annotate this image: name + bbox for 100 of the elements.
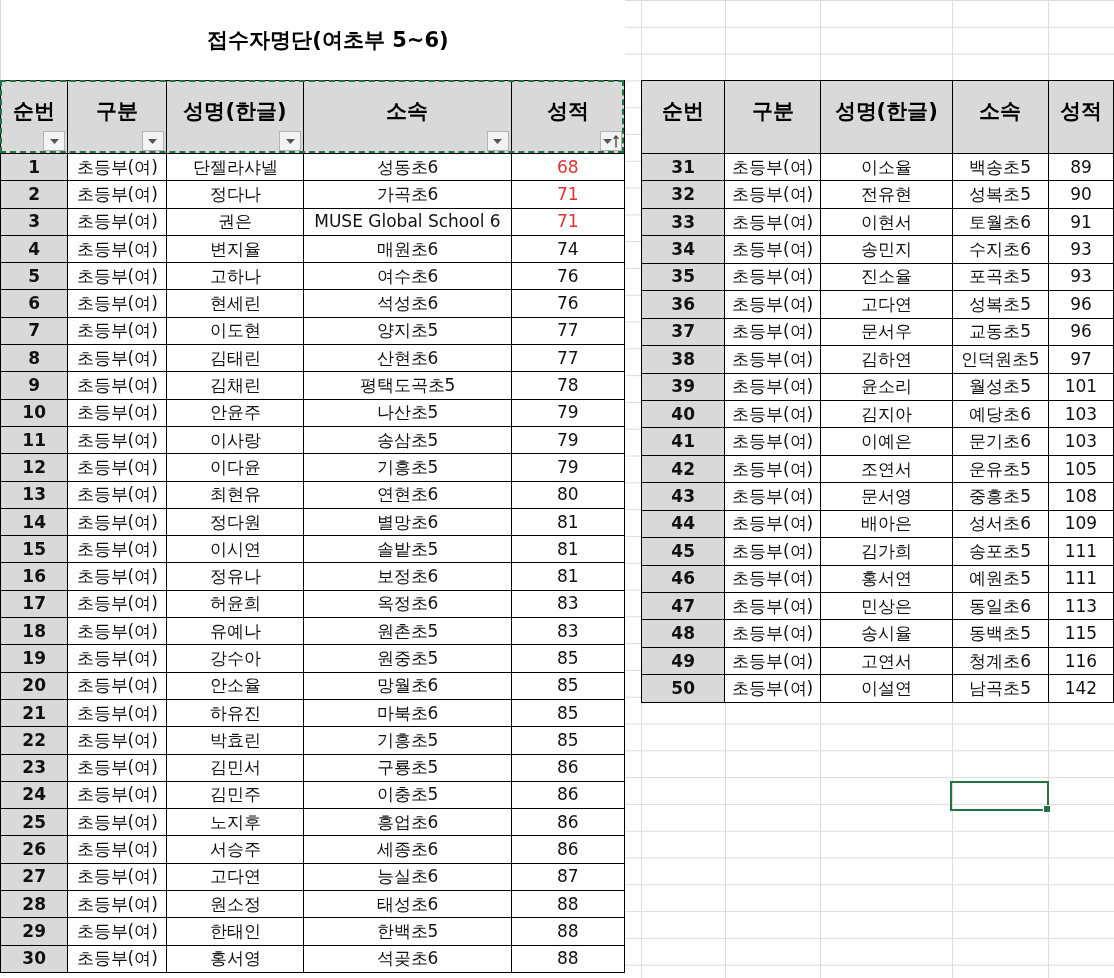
row-number: 49 (641, 647, 725, 675)
table-cell: 석성초6 (303, 290, 512, 318)
table-cell: 103 (1048, 427, 1114, 456)
table-cell: 허윤희 (166, 590, 304, 618)
table-cell: 성복초5 (952, 290, 1049, 319)
table-cell: MUSE Global School 6 (303, 208, 512, 236)
row-number: 8 (0, 344, 68, 372)
table-cell: 85 (511, 699, 625, 727)
table-cell: 초등부(여) (724, 290, 821, 319)
table-cell: 김채린 (166, 371, 304, 400)
table-cell: 이시연 (166, 535, 304, 563)
table-cell: 74 (511, 235, 625, 263)
table-cell: 80 (511, 481, 625, 509)
row-number: 48 (641, 619, 725, 648)
table-cell: 초등부(여) (67, 890, 167, 918)
column-header: 순번 (641, 80, 725, 154)
table-cell: 초등부(여) (724, 235, 821, 264)
table-cell: 월성초5 (952, 373, 1049, 401)
row-number: 47 (641, 592, 725, 620)
table-cell: 나산초5 (303, 399, 512, 427)
table-cell: 68 (511, 153, 625, 181)
row-number: 34 (641, 235, 725, 264)
table-cell: 초등부(여) (724, 373, 821, 401)
table-cell: 고다연 (820, 290, 953, 319)
row-number: 23 (0, 754, 68, 782)
table-cell: 김태린 (166, 344, 304, 372)
table-cell: 평택도곡초5 (303, 371, 512, 400)
table-cell: 초등부(여) (724, 565, 821, 593)
table-cell: 96 (1048, 290, 1114, 319)
row-number: 15 (0, 535, 68, 563)
table-cell: 송포초5 (952, 537, 1049, 566)
table-cell: 고연서 (820, 647, 953, 675)
row-number: 43 (641, 482, 725, 511)
table-cell: 77 (511, 344, 625, 372)
row-number: 37 (641, 318, 725, 346)
table-cell: 초등부(여) (67, 481, 167, 509)
table-cell: 망월초6 (303, 672, 512, 700)
table-cell: 고다연 (166, 863, 304, 891)
table-cell: 초등부(여) (67, 863, 167, 891)
table-cell: 원촌초5 (303, 617, 512, 645)
table-cell: 김지아 (820, 400, 953, 428)
table-cell: 강수아 (166, 644, 304, 673)
table-cell: 안윤주 (166, 399, 304, 427)
table-cell: 청계초6 (952, 647, 1049, 675)
table-cell: 이다윤 (166, 453, 304, 482)
table-cell: 예원초5 (952, 565, 1049, 593)
table-cell: 하유진 (166, 699, 304, 727)
table-cell: 송민지 (820, 235, 953, 264)
table-cell: 103 (1048, 400, 1114, 428)
table-cell: 문서우 (820, 318, 953, 346)
table-cell: 성서초6 (952, 510, 1049, 538)
table-cell: 초등부(여) (724, 510, 821, 538)
table-cell: 71 (511, 208, 625, 236)
row-number: 19 (0, 644, 68, 673)
table-cell: 96 (1048, 318, 1114, 346)
table-cell: 이설연 (820, 674, 953, 703)
table-cell: 초등부(여) (67, 617, 167, 645)
row-number: 40 (641, 400, 725, 428)
table-cell: 기흥초5 (303, 453, 512, 482)
column-header: 성적 (1048, 80, 1114, 154)
table-cell: 문기초6 (952, 427, 1049, 456)
table-cell: 113 (1048, 592, 1114, 620)
table-cell: 91 (1048, 208, 1114, 236)
table-cell: 교동초5 (952, 318, 1049, 346)
table-cell: 초등부(여) (67, 754, 167, 782)
table-cell: 홍서영 (166, 945, 304, 973)
table-cell: 초등부(여) (67, 917, 167, 946)
table-cell: 홍서연 (820, 565, 953, 593)
table-cell: 백송초5 (952, 153, 1049, 181)
table-cell: 초등부(여) (67, 208, 167, 236)
column-header: 소속 (303, 80, 512, 154)
table-cell: 초등부(여) (724, 647, 821, 675)
table-cell: 서승주 (166, 835, 304, 864)
table-cell: 초등부(여) (67, 945, 167, 973)
table-cell: 민상은 (820, 592, 953, 620)
table-cell: 한태인 (166, 917, 304, 946)
table-cell: 초등부(여) (67, 808, 167, 836)
table-cell: 88 (511, 945, 625, 973)
row-number: 27 (0, 863, 68, 891)
row-number: 31 (641, 153, 725, 181)
table-cell: 최현유 (166, 481, 304, 509)
table-cell: 흥업초6 (303, 808, 512, 836)
table-cell: 초등부(여) (67, 508, 167, 536)
row-number: 33 (641, 208, 725, 236)
column-header: 성명(한글) (166, 80, 304, 154)
table-cell: 예당초6 (952, 400, 1049, 428)
table-cell: 송시율 (820, 619, 953, 648)
table-cell: 초등부(여) (724, 180, 821, 209)
table-cell: 조연서 (820, 455, 953, 483)
table-cell: 문서영 (820, 482, 953, 511)
table-cell: 정유나 (166, 562, 304, 591)
table-cell: 초등부(여) (67, 535, 167, 563)
row-number: 35 (641, 263, 725, 291)
table-cell: 초등부(여) (67, 644, 167, 673)
row-number: 44 (641, 510, 725, 538)
table-cell: 석곶초6 (303, 945, 512, 973)
table-cell: 초등부(여) (724, 619, 821, 648)
table-cell: 노지후 (166, 808, 304, 836)
table-cell: 88 (511, 917, 625, 946)
table-cell: 한백초5 (303, 917, 512, 946)
